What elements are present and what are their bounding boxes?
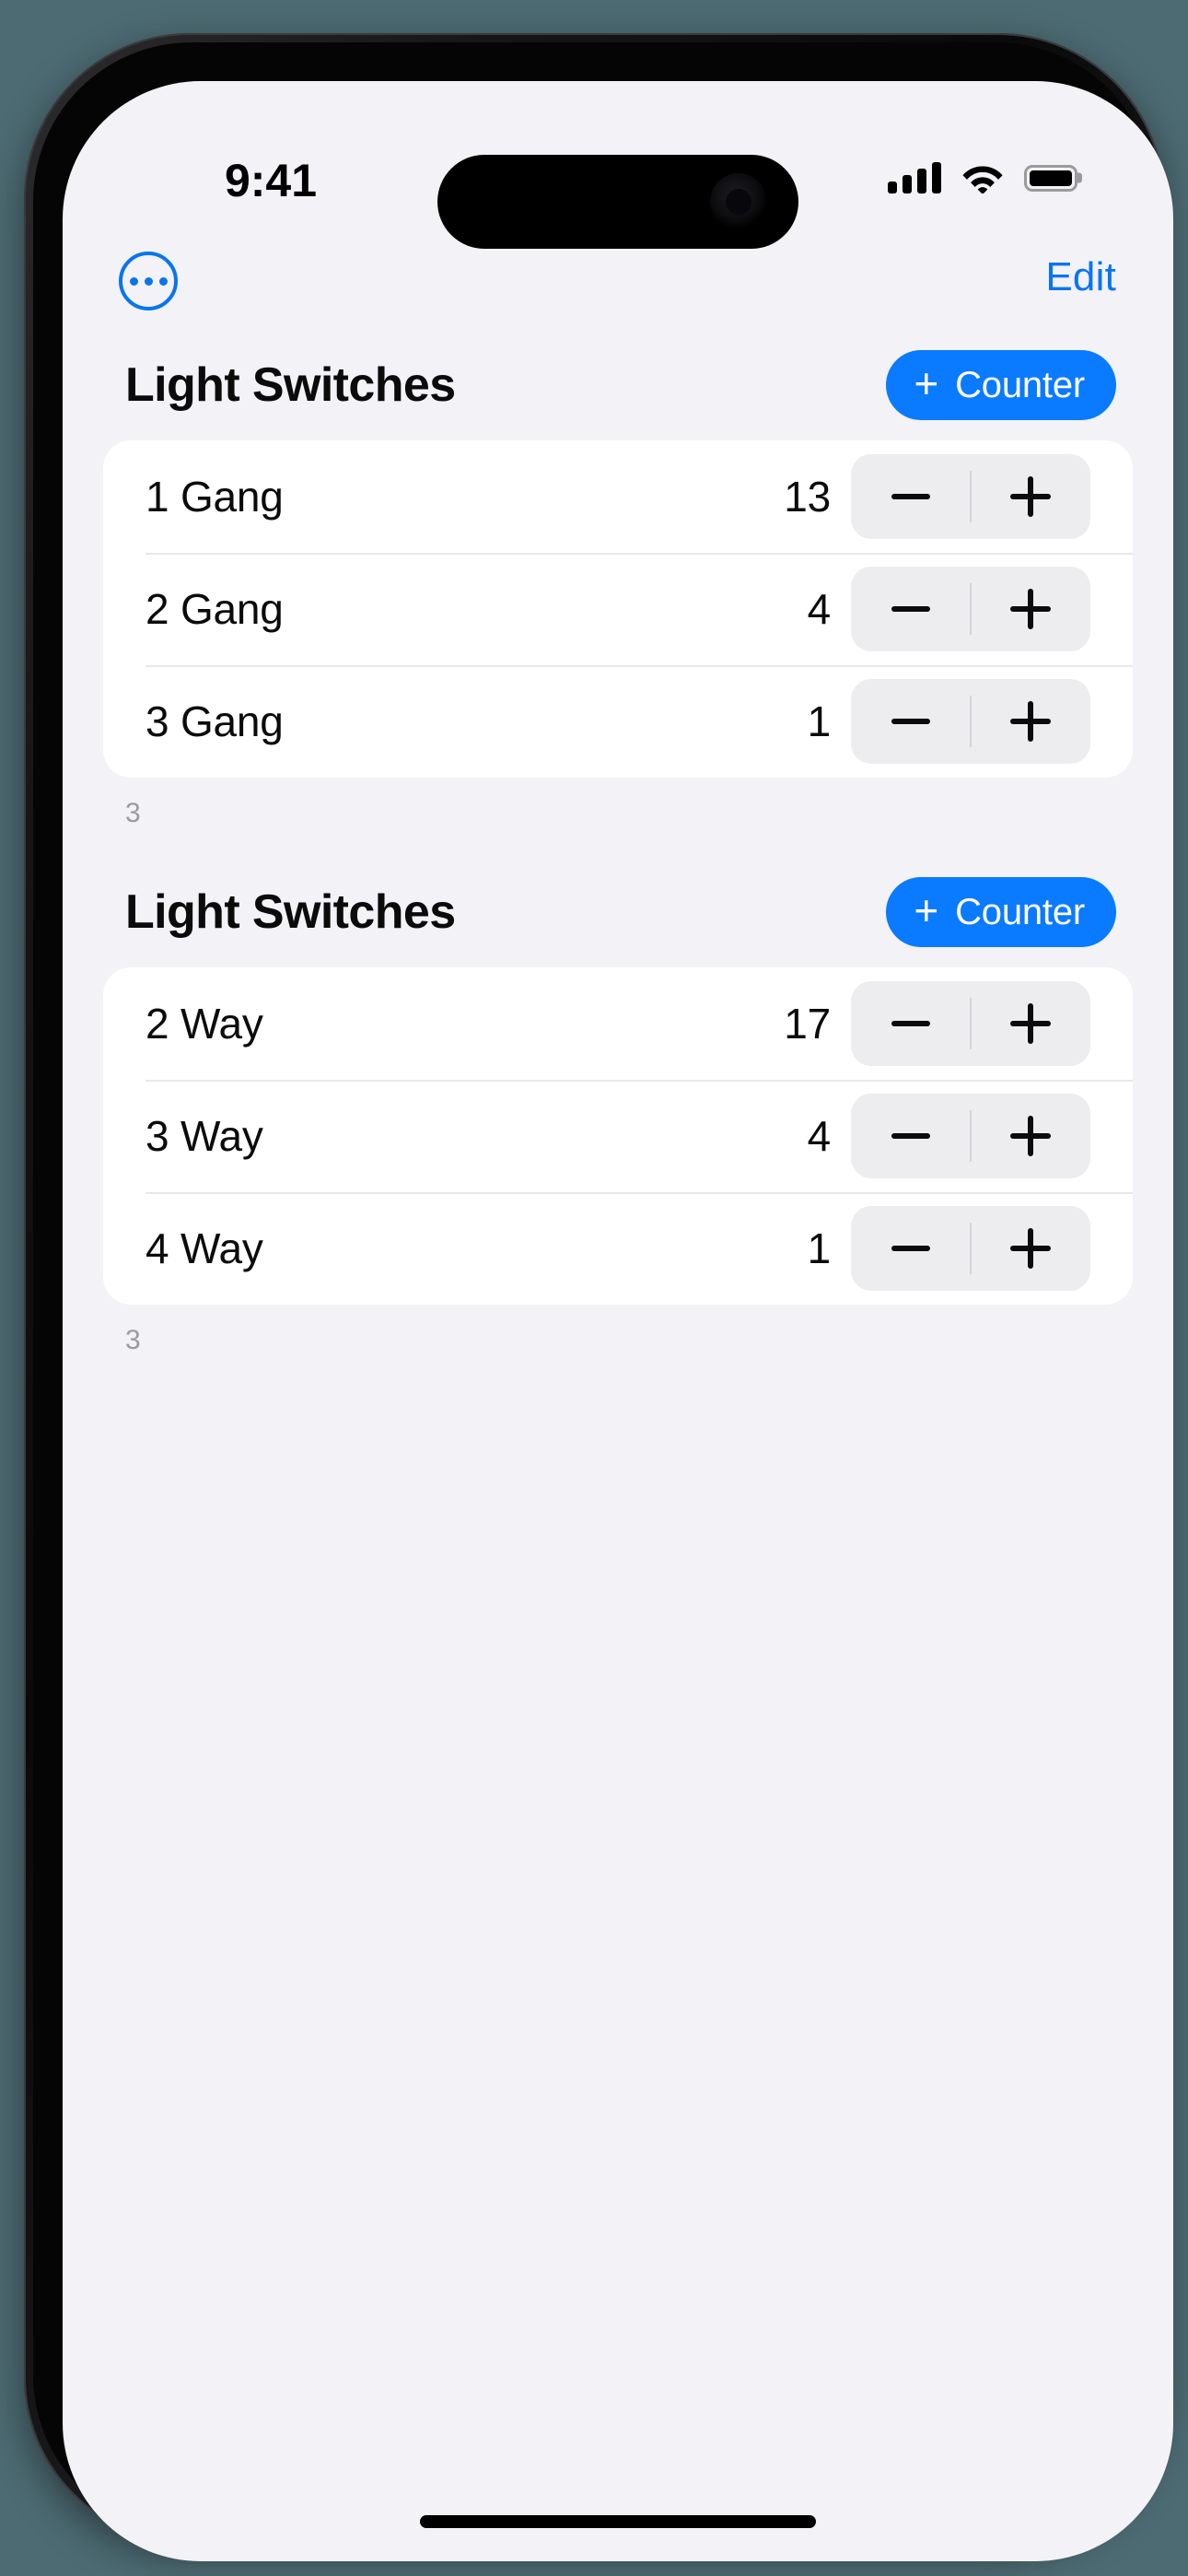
stepper-decrement-button[interactable]: [851, 1094, 971, 1178]
quantity-stepper[interactable]: [851, 1094, 1090, 1178]
home-indicator[interactable]: [420, 2515, 816, 2528]
stepper-decrement-button[interactable]: [851, 679, 971, 764]
table-row[interactable]: 4 Way 1: [103, 1192, 1133, 1305]
ellipsis-dot-icon: [158, 276, 168, 286]
minus-icon: [891, 1133, 930, 1139]
status-bar-time: 9:41: [224, 155, 318, 206]
counter-section: Light Switches + Counter 1 Gang 13 2 Gan…: [63, 341, 1173, 835]
add-counter-button[interactable]: + Counter: [886, 350, 1116, 420]
quantity-stepper[interactable]: [851, 454, 1090, 539]
row-label: 2 Way: [146, 1000, 263, 1048]
row-value: 1: [807, 697, 832, 745]
cellular-bars-icon: [888, 162, 941, 193]
stepper-decrement-button[interactable]: [851, 1206, 971, 1291]
phone-screen: 9:41 Edit Light Switches + Counter 1 Gan…: [63, 81, 1173, 2561]
stepper-divider: [970, 998, 972, 1049]
stepper-divider: [970, 471, 972, 522]
add-counter-label: Counter: [955, 364, 1085, 405]
quantity-stepper[interactable]: [851, 679, 1090, 764]
stepper-increment-button[interactable]: [971, 679, 1090, 764]
phone-frame: 9:41 Edit Light Switches + Counter 1 Gan…: [24, 33, 1173, 2561]
minus-icon: [891, 494, 930, 499]
plus-icon: [1010, 476, 1051, 517]
more-options-button[interactable]: [119, 252, 178, 310]
section-title: Light Switches: [125, 885, 456, 939]
stepper-divider: [970, 1110, 972, 1162]
plus-icon: +: [914, 359, 939, 408]
stepper-divider: [970, 696, 972, 747]
stepper-divider: [970, 583, 972, 635]
edit-button[interactable]: Edit: [1045, 254, 1116, 300]
row-label: 3 Way: [146, 1112, 263, 1160]
section-title: Light Switches: [125, 358, 456, 412]
plus-icon: [1010, 1228, 1051, 1269]
stepper-increment-button[interactable]: [971, 567, 1090, 651]
row-label: 3 Gang: [146, 697, 284, 745]
stepper-increment-button[interactable]: [971, 1206, 1090, 1291]
row-value: 4: [807, 1112, 832, 1160]
quantity-stepper[interactable]: [851, 981, 1090, 1066]
section-header: Light Switches + Counter: [63, 868, 1173, 956]
stepper-increment-button[interactable]: [971, 1094, 1090, 1178]
minus-icon: [891, 719, 930, 724]
counter-section: Light Switches + Counter 2 Way 17 3 Way …: [63, 868, 1173, 1362]
counter-list-card: 1 Gang 13 2 Gang 4 3 Gang 1: [103, 440, 1133, 778]
stepper-decrement-button[interactable]: [851, 567, 971, 651]
add-counter-button[interactable]: + Counter: [886, 877, 1116, 947]
row-value: 17: [784, 1000, 831, 1048]
stepper-increment-button[interactable]: [971, 454, 1090, 539]
row-value: 4: [807, 585, 832, 633]
main-content: Light Switches + Counter 1 Gang 13 2 Gan…: [63, 341, 1173, 1362]
navigation-bar: Edit: [63, 240, 1173, 341]
table-row[interactable]: 3 Gang 1: [103, 665, 1133, 778]
ellipsis-dot-icon: [144, 276, 153, 286]
counter-list-card: 2 Way 17 3 Way 4 4 Way 1: [103, 967, 1133, 1305]
plus-icon: [1010, 1003, 1051, 1044]
minus-icon: [891, 606, 930, 612]
wifi-icon: [962, 166, 1003, 193]
row-value: 13: [784, 473, 831, 521]
stepper-increment-button[interactable]: [971, 981, 1090, 1066]
stepper-divider: [970, 1223, 972, 1274]
quantity-stepper[interactable]: [851, 567, 1090, 651]
table-row[interactable]: 3 Way 4: [103, 1080, 1133, 1192]
row-label: 1 Gang: [146, 473, 284, 521]
add-counter-label: Counter: [955, 891, 1085, 932]
row-value: 1: [807, 1224, 832, 1272]
plus-icon: [1010, 1116, 1051, 1156]
section-footer: 3: [125, 798, 141, 828]
ellipsis-dot-icon: [129, 276, 138, 286]
table-row[interactable]: 2 Way 17: [103, 967, 1133, 1080]
quantity-stepper[interactable]: [851, 1206, 1090, 1291]
section-footer: 3: [125, 1325, 141, 1355]
minus-icon: [891, 1021, 930, 1026]
stepper-decrement-button[interactable]: [851, 981, 971, 1066]
plus-icon: [1010, 589, 1051, 629]
stepper-decrement-button[interactable]: [851, 454, 971, 539]
table-row[interactable]: 2 Gang 4: [103, 553, 1133, 665]
section-header: Light Switches + Counter: [63, 341, 1173, 429]
battery-fill: [1030, 170, 1072, 186]
battery-full-icon: [1024, 164, 1077, 192]
dynamic-island: [437, 155, 798, 249]
minus-icon: [891, 1246, 930, 1251]
status-bar-icons: [888, 162, 1077, 193]
plus-icon: +: [914, 886, 939, 935]
front-camera-icon: [710, 173, 767, 230]
table-row[interactable]: 1 Gang 13: [103, 440, 1133, 553]
row-label: 2 Gang: [146, 585, 284, 633]
plus-icon: [1010, 701, 1051, 742]
row-label: 4 Way: [146, 1224, 263, 1272]
